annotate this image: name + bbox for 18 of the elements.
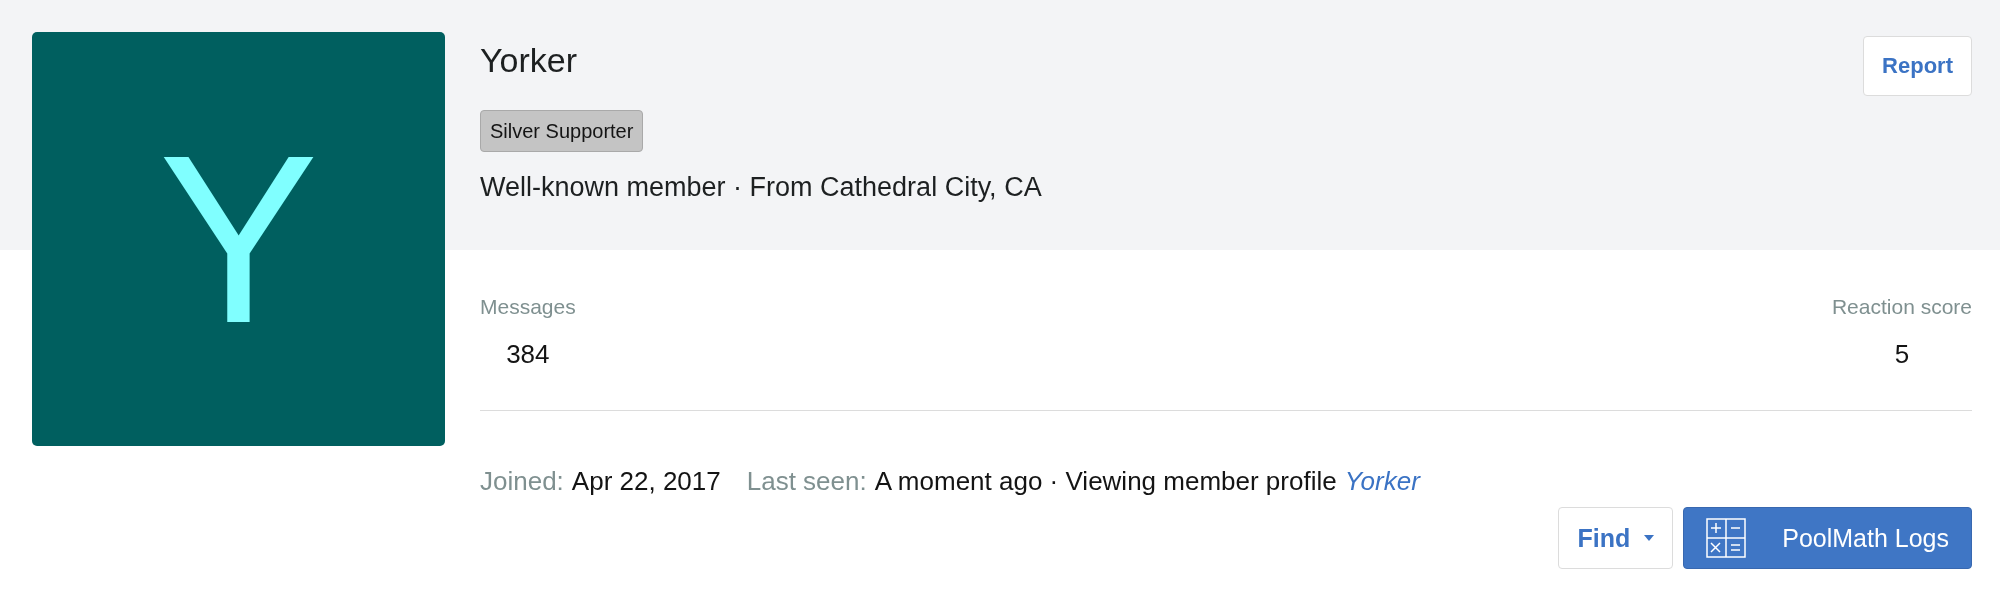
find-dropdown-button[interactable]: Find xyxy=(1558,507,1674,569)
user-title-badge: Silver Supporter xyxy=(480,110,644,152)
report-button[interactable]: Report xyxy=(1863,36,1972,96)
stat-value: 5 xyxy=(1894,339,1910,370)
member-name: Yorker xyxy=(480,40,578,80)
info-label: Joined: xyxy=(480,466,564,497)
info-value: Apr 22, 2017 xyxy=(571,466,721,497)
calculator-icon xyxy=(1706,518,1747,558)
member-subtitle: Well-known member · From Cathedral City, CA xyxy=(480,171,1042,204)
info-label: Last seen: xyxy=(746,466,867,497)
stat-label: Reaction score xyxy=(1831,295,1972,319)
avatar: Y xyxy=(32,32,445,446)
stat-label: Messages xyxy=(480,295,576,319)
poolmath-logs-button[interactable]: PoolMath Logs xyxy=(1683,507,1972,569)
member-link[interactable]: Yorker xyxy=(1344,466,1420,497)
caret-icon xyxy=(1644,535,1655,541)
info-value: A moment ago · Viewing member profile xyxy=(874,466,1337,497)
stat-value: 384 xyxy=(506,339,550,370)
